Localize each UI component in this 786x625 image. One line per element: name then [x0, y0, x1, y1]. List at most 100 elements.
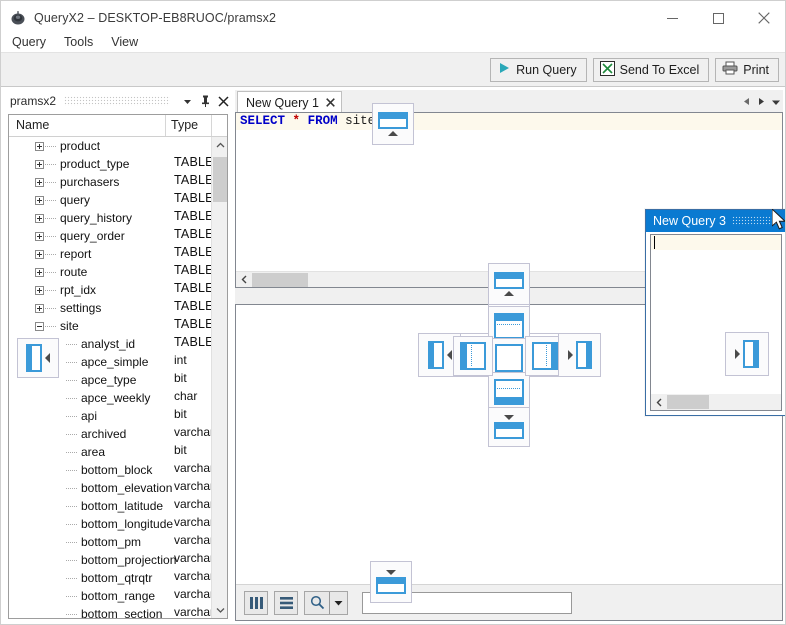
table-row[interactable]: report TABLE	[9, 245, 212, 277]
menu-item-query[interactable]: Query	[3, 33, 55, 51]
collapse-icon[interactable]	[35, 321, 44, 331]
expand-icon[interactable]	[35, 177, 44, 187]
editor-scroll-thumb[interactable]	[252, 272, 308, 287]
floating-code-line[interactable]	[651, 235, 781, 250]
column-name: bottom_section	[81, 607, 163, 619]
column-row[interactable]: bottom_projection varchar	[9, 551, 212, 583]
table-row[interactable]: query_history TABLE	[9, 209, 212, 241]
dock-guide-editor-top[interactable]	[372, 103, 414, 145]
expand-icon[interactable]	[35, 285, 44, 295]
arrow-left-icon[interactable]	[743, 93, 751, 111]
arrow-down-icon	[386, 570, 396, 575]
floating-query-window[interactable]: New Query 3	[645, 209, 785, 416]
expand-icon[interactable]	[35, 231, 44, 241]
floating-window-grip[interactable]	[731, 216, 780, 226]
column-row[interactable]: apce_weekly bit	[9, 389, 212, 421]
column-row[interactable]: bottom_range varchar	[9, 587, 212, 618]
table-row[interactable]: product TABLE	[9, 137, 212, 169]
tab-new-query-1[interactable]: New Query 1	[237, 91, 342, 113]
dock-guide-bottom-edge[interactable]	[488, 407, 530, 447]
tab-list-chevron-down-icon[interactable]	[771, 93, 781, 111]
column-name: bottom_pm	[81, 535, 142, 549]
search-chevron-down-icon[interactable]	[329, 591, 347, 614]
scroll-thumb[interactable]	[213, 157, 227, 202]
column-name: bottom_latitude	[81, 499, 164, 513]
run-query-button[interactable]: Run Query	[490, 57, 587, 82]
pin-icon[interactable]	[196, 92, 214, 110]
expand-icon[interactable]	[35, 303, 44, 313]
columns-view-icon[interactable]	[244, 590, 268, 615]
column-row[interactable]: bottom_pm varchar	[9, 533, 212, 565]
tree-line	[45, 199, 57, 201]
table-row[interactable]: query TABLE	[9, 191, 212, 223]
floating-editor-body[interactable]	[650, 234, 782, 411]
column-row[interactable]: api varchar	[9, 407, 212, 439]
dock-guide-left-edge[interactable]	[17, 338, 59, 378]
tab-close-icon[interactable]	[326, 97, 335, 109]
table-row[interactable]: route TABLE	[9, 263, 212, 295]
dock-top-icon	[494, 313, 524, 339]
column-row[interactable]: bottom_block varchar	[9, 461, 212, 493]
column-header-type[interactable]: Type	[166, 115, 212, 136]
dock-guide-bottom[interactable]	[488, 372, 530, 412]
table-row-site[interactable]: site TABLE	[9, 317, 212, 349]
menu-item-view[interactable]: View	[102, 33, 147, 51]
floating-scroll-thumb[interactable]	[667, 395, 709, 409]
arrow-right-icon[interactable]	[757, 93, 765, 111]
close-icon[interactable]	[214, 92, 232, 110]
menu-item-tools[interactable]: Tools	[55, 33, 102, 51]
send-to-excel-button[interactable]: Send To Excel	[592, 57, 710, 82]
column-name: bottom_projection	[81, 553, 177, 567]
expand-icon[interactable]	[35, 159, 44, 169]
tree-line	[66, 541, 78, 543]
floating-window-title-bar[interactable]: New Query 3	[646, 210, 785, 232]
dock-center-icon	[495, 344, 523, 372]
expand-icon[interactable]	[35, 141, 44, 151]
column-row[interactable]: bottom_qtrqtr varchar	[9, 569, 212, 601]
table-row[interactable]: query_order TABLE	[9, 227, 212, 259]
dock-guide-right-edge-cross[interactable]	[558, 333, 601, 377]
panel-grip[interactable]	[64, 96, 170, 106]
close-button[interactable]	[741, 1, 785, 35]
dock-guide-float-right[interactable]	[725, 332, 769, 376]
expand-icon[interactable]	[35, 249, 44, 259]
expand-icon[interactable]	[35, 267, 44, 277]
expand-icon[interactable]	[35, 195, 44, 205]
scroll-down-icon[interactable]	[212, 602, 227, 618]
sql-code-line[interactable]: SELECT * FROM sites	[236, 113, 782, 130]
minimize-button[interactable]	[649, 1, 695, 35]
scroll-left-icon[interactable]	[236, 272, 252, 288]
table-row[interactable]: rpt_idx TABLE	[9, 281, 212, 313]
dock-bottom-icon	[494, 379, 524, 405]
table-row[interactable]: product_type TABLE	[9, 155, 212, 187]
column-name: apce_weekly	[81, 391, 151, 405]
grid-header: Name Type	[9, 115, 227, 137]
column-header-name[interactable]: Name	[9, 115, 166, 136]
table-row[interactable]: purchasers TABLE	[9, 173, 212, 205]
scroll-up-icon[interactable]	[212, 137, 227, 154]
chevron-down-icon[interactable]	[178, 92, 196, 110]
column-name: api	[81, 409, 98, 423]
arrow-left-icon	[446, 350, 452, 360]
search-icon[interactable]	[305, 592, 329, 614]
dock-guide-left[interactable]	[453, 336, 493, 376]
search-split-button[interactable]	[304, 590, 348, 615]
column-row[interactable]: archived bit	[9, 425, 212, 457]
column-row[interactable]: area varchar	[9, 443, 212, 475]
column-row[interactable]: bottom_longitude varchar	[9, 515, 212, 547]
print-button[interactable]: Print	[715, 57, 779, 82]
column-row[interactable]: bottom_latitude varchar	[9, 497, 212, 529]
dock-guide-top-edge[interactable]	[488, 263, 530, 305]
maximize-button[interactable]	[695, 1, 741, 35]
table-row[interactable]: settings TABLE	[9, 299, 212, 331]
rows-view-icon[interactable]	[274, 590, 298, 615]
dock-left-icon	[460, 342, 486, 370]
column-row[interactable]: bottom_section varchar	[9, 605, 212, 619]
dock-guide-editor-bottom[interactable]	[370, 561, 412, 603]
column-row[interactable]: bottom_elevation varchar	[9, 479, 212, 511]
expand-icon[interactable]	[35, 213, 44, 223]
tree-vertical-scrollbar[interactable]	[211, 137, 227, 618]
tree-line	[45, 145, 57, 147]
scroll-left-icon[interactable]	[651, 394, 667, 410]
floating-horizontal-scrollbar[interactable]	[651, 394, 781, 410]
